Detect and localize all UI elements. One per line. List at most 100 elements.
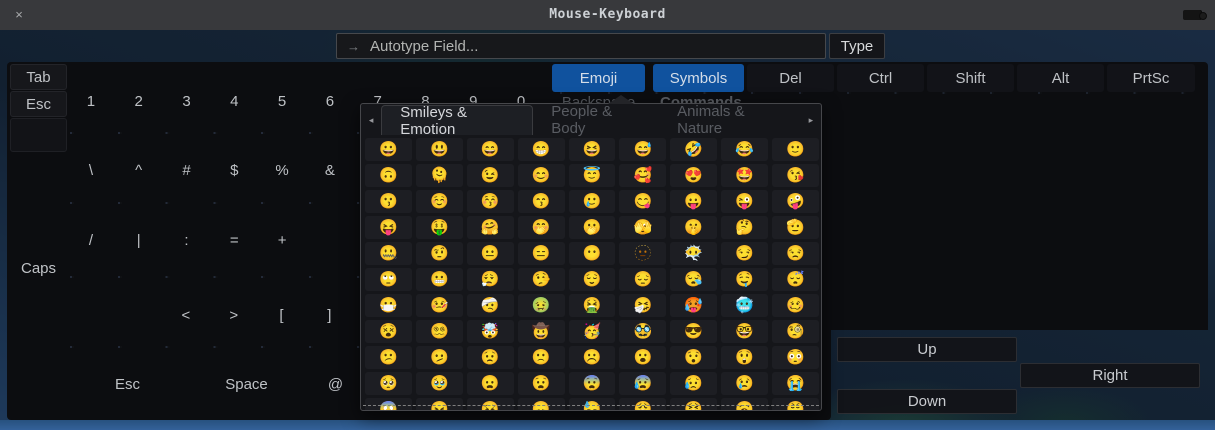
emoji-cell[interactable]: 🤩 [721,164,768,187]
emoji-cell[interactable]: 🤤 [721,268,768,291]
emoji-cell[interactable]: 😯 [670,346,717,369]
tabs-scroll-right-icon[interactable]: ▸ [803,107,819,133]
key[interactable]: 6 [306,88,354,114]
emoji-cell[interactable]: 😲 [721,346,768,369]
emoji-cell[interactable]: 😀 [365,138,412,161]
emoji-cell[interactable]: 😊 [518,164,565,187]
emoji-cell[interactable]: 😛 [670,190,717,213]
emoji-cell[interactable]: 😰 [619,372,666,395]
emoji-cell[interactable]: 😵 [365,320,412,343]
emoji-cell[interactable]: 🤣 [670,138,717,161]
key-alt[interactable]: Alt [1017,64,1104,92]
emoji-cell[interactable]: 😐 [467,242,514,265]
emoji-cell[interactable]: 🤒 [416,294,463,317]
emoji-cell[interactable]: 😌 [569,268,616,291]
emoji-cell[interactable]: 🤧 [619,294,666,317]
emoji-cell[interactable]: 😷 [365,294,412,317]
emoji-cell[interactable]: 😔 [619,268,666,291]
emoji-cell[interactable]: 😄 [467,138,514,161]
key[interactable]: ] [305,302,353,328]
emoji-cell[interactable]: 😚 [467,190,514,213]
emoji-cell[interactable]: 🤢 [518,294,565,317]
key[interactable]: + [258,227,306,253]
key-prtsc[interactable]: PrtSc [1107,64,1195,92]
emoji-cell[interactable]: 🙄 [365,268,412,291]
emoji-cell[interactable]: 🥳 [569,320,616,343]
emoji-cell[interactable]: 🤫 [670,216,717,239]
emoji-cell[interactable]: 😅 [619,138,666,161]
emoji-cell[interactable]: 🤔 [721,216,768,239]
key[interactable]: $ [210,157,258,183]
type-button[interactable]: Type [829,33,885,59]
emoji-cell[interactable]: 😜 [721,190,768,213]
emoji-cell[interactable]: 🤥 [518,268,565,291]
emoji-cell[interactable]: 😟 [467,346,514,369]
emoji-cell[interactable]: 😨 [569,372,616,395]
emoji-cell[interactable]: 🙃 [365,164,412,187]
emoji-cell[interactable]: 😙 [518,190,565,213]
emoji-cell[interactable]: 😭 [772,372,819,395]
emoji-cell[interactable]: 🫢 [569,216,616,239]
key[interactable]: # [163,157,211,183]
emoji-cell[interactable]: 🤐 [365,242,412,265]
key[interactable]: = [210,227,258,253]
key[interactable]: 3 [163,88,211,114]
emoji-cell[interactable]: 😦 [467,372,514,395]
key-down[interactable]: Down [837,389,1017,414]
key[interactable]: Esc [70,371,185,397]
emoji-cell[interactable]: 😉 [467,164,514,187]
emoji-cell[interactable]: 😶 [569,242,616,265]
emoji-button[interactable]: Emoji [552,64,645,92]
emoji-cell[interactable]: 😮 [619,346,666,369]
key-up[interactable]: Up [837,337,1017,362]
emoji-cell[interactable]: 😆 [569,138,616,161]
key-del[interactable]: Del [747,64,834,92]
emoji-cell[interactable]: 🥸 [619,320,666,343]
emoji-cell[interactable]: 😬 [416,268,463,291]
emoji-cell[interactable]: ☹️ [569,346,616,369]
tab-smileys-emotion[interactable]: Smileys & Emotion [381,105,533,135]
emoji-cell[interactable]: 😇 [569,164,616,187]
autotype-input[interactable] [368,37,825,56]
emoji-cell[interactable]: 😏 [721,242,768,265]
emoji-cell[interactable]: 🥹 [416,372,463,395]
emoji-cell[interactable]: 🤓 [721,320,768,343]
tab-animals-nature[interactable]: Animals & Nature [659,105,801,135]
emoji-cell[interactable]: 🤮 [569,294,616,317]
emoji-cell[interactable]: 😧 [518,372,565,395]
emoji-cell[interactable]: 🫥 [619,242,666,265]
emoji-cell[interactable]: 😵‍💫 [416,320,463,343]
key-blank[interactable] [10,118,67,152]
emoji-cell[interactable]: 🤪 [772,190,819,213]
emoji-cell[interactable]: 😕 [365,346,412,369]
key[interactable]: 4 [210,88,258,114]
emoji-cell[interactable]: 🥴 [772,294,819,317]
key-ctrl[interactable]: Ctrl [837,64,924,92]
key[interactable]: 5 [258,88,306,114]
emoji-cell[interactable]: ☺️ [416,190,463,213]
key[interactable]: 1 [67,88,115,114]
key[interactable]: : [163,227,211,253]
emoji-cell[interactable]: 😗 [365,190,412,213]
emoji-cell[interactable]: 😃 [416,138,463,161]
emoji-cell[interactable]: 🫤 [416,346,463,369]
emoji-cell[interactable]: 😘 [772,164,819,187]
emoji-cell[interactable]: 😒 [772,242,819,265]
key-shift[interactable]: Shift [927,64,1014,92]
emoji-cell[interactable]: 🥲 [569,190,616,213]
emoji-cell[interactable]: 😪 [670,268,717,291]
key[interactable]: @ [308,371,363,397]
emoji-cell[interactable]: 🙁 [518,346,565,369]
key[interactable]: < [162,302,210,328]
emoji-cell[interactable]: 😍 [670,164,717,187]
emoji-cell[interactable]: 😴 [772,268,819,291]
emoji-cell[interactable]: 🥰 [619,164,666,187]
emoji-cell[interactable]: 😋 [619,190,666,213]
emoji-cell[interactable]: 🙂 [772,138,819,161]
emoji-cell[interactable]: 🫣 [619,216,666,239]
key-caps[interactable]: Caps [10,258,67,278]
key[interactable]: 2 [115,88,163,114]
emoji-cell[interactable]: 🥵 [670,294,717,317]
key[interactable]: Space [185,371,308,397]
key[interactable]: [ [258,302,306,328]
